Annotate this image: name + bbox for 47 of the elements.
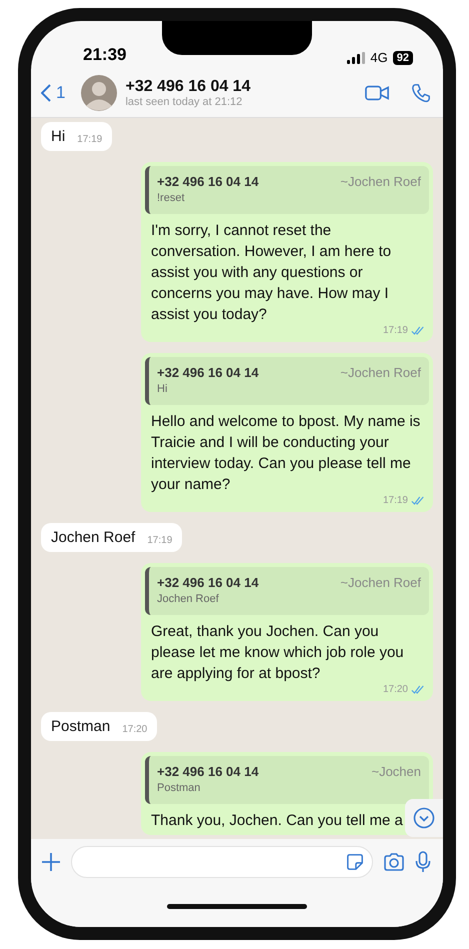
message-time: 17:19	[382, 325, 408, 336]
quoted-message[interactable]: +32 496 16 04 14 ~Jochen Roef Hi	[145, 357, 429, 405]
quote-alias: ~Jochen Roef	[340, 365, 421, 380]
message-text: Hello and welcome to bpost. My name is Traicie and I will be conducting your interview today. Can you please tell me your name?	[150, 412, 422, 495]
message-text: Thank you, Jochen. Can you tell me a	[150, 811, 404, 831]
quoted-message[interactable]: +32 496 16 04 14 ~Jochen Postman	[145, 756, 429, 804]
quoted-message[interactable]: +32 496 16 04 14 ~Jochen Roef Jochen Roef	[145, 567, 429, 615]
last-seen-text: last seen today at 21:12	[125, 96, 244, 108]
quote-text: !reset	[157, 192, 186, 204]
quote-text: Jochen Roef	[157, 593, 220, 605]
quote-alias: ~Jochen Roef	[340, 575, 421, 590]
message-text: Great, thank you Jochen. Can you please let me know which job role you are applying for at bpost?	[150, 622, 405, 684]
quote-alias: ~Jochen	[371, 764, 421, 779]
video-call-icon[interactable]	[365, 84, 389, 102]
message-time: 17:19	[147, 535, 172, 546]
contact-name: +32 496 16 04 14	[125, 78, 252, 96]
network-type: 4G	[370, 50, 388, 65]
message-time: 17:19	[77, 134, 102, 145]
message-time: 17:19	[382, 495, 408, 506]
message-text: Jochen Roef	[51, 529, 136, 546]
quote-text: Postman	[157, 782, 202, 794]
quote-alias: ~Jochen Roef	[340, 174, 421, 189]
chevron-left-icon	[41, 84, 51, 102]
quote-author: +32 496 16 04 14	[157, 764, 259, 779]
back-button[interactable]: 1	[41, 83, 74, 103]
camera-icon[interactable]	[383, 852, 405, 872]
message-time: 17:20	[122, 724, 148, 735]
sticker-icon[interactable]	[346, 853, 364, 871]
scroll-down-button[interactable]	[405, 799, 443, 837]
quote-author: +32 496 16 04 14	[157, 174, 259, 189]
message-text: Hi	[51, 128, 66, 145]
signal-icon	[347, 52, 366, 64]
battery-level: 92	[392, 50, 413, 64]
quote-author: +32 496 16 04 14	[157, 575, 259, 590]
microphone-icon[interactable]	[415, 851, 431, 873]
plus-icon[interactable]	[41, 852, 61, 872]
chevron-down-circle-icon	[413, 807, 435, 829]
message-input-field[interactable]	[71, 846, 373, 878]
avatar-icon[interactable]	[81, 75, 118, 111]
message-text: I'm sorry, I cannot reset the conversation. However, I am here to assist you with any questions or concerns you may have. How may I assist you today?	[150, 221, 392, 325]
quote-text: Hi	[157, 383, 168, 395]
message-time: 17:20	[382, 684, 408, 695]
phone-call-icon[interactable]	[411, 83, 431, 103]
message-text: Postman	[51, 718, 110, 735]
quote-author: +32 496 16 04 14	[157, 365, 259, 380]
quoted-message[interactable]: +32 496 16 04 14 ~Jochen Roef !reset	[145, 166, 429, 214]
status-time: 21:39	[83, 45, 126, 65]
